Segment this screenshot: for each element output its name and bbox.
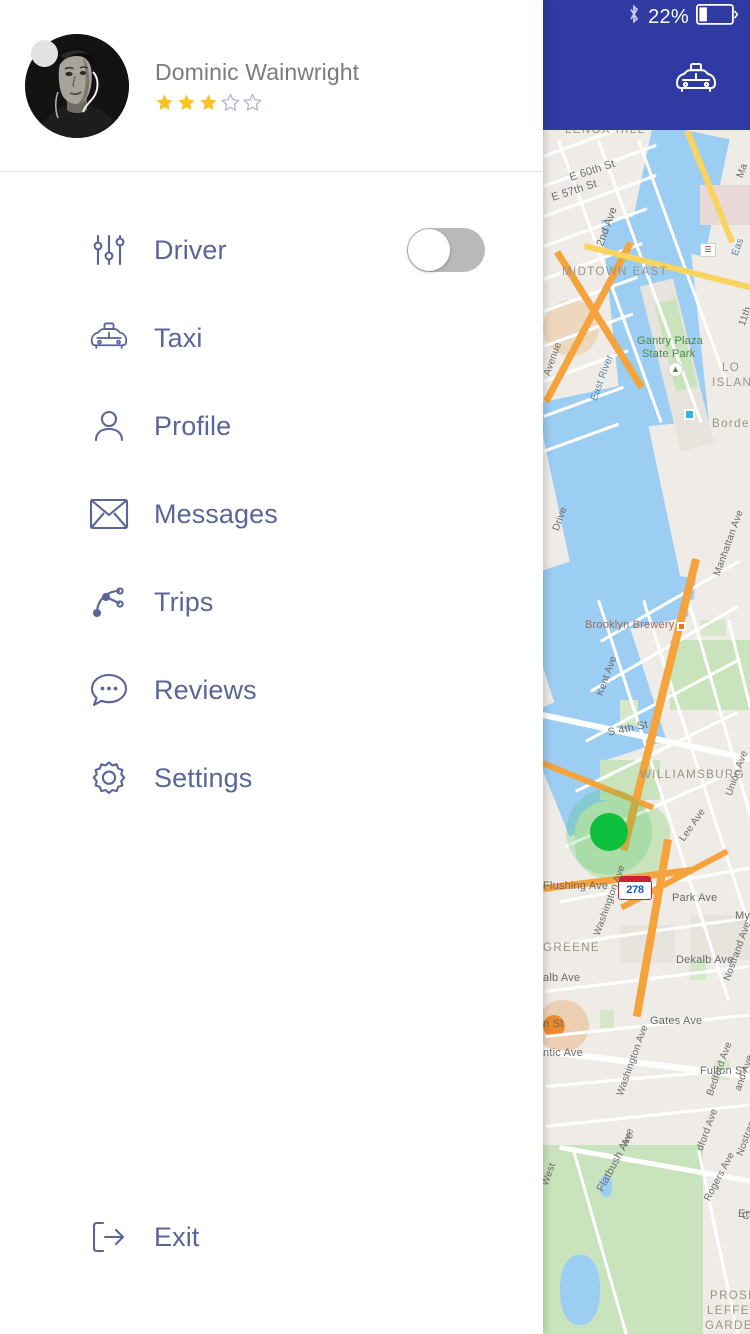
map-brewery-poi[interactable]	[677, 622, 686, 631]
menu-item-label: Profile	[154, 410, 232, 441]
menu-item-messages[interactable]: Messages	[0, 470, 543, 558]
map-bridge-poi[interactable]: ☰	[700, 243, 716, 257]
map-label: LO	[722, 362, 741, 374]
map-label: Brooklyn Brewery	[585, 619, 675, 631]
toggle-knob	[408, 229, 450, 271]
gear-icon	[88, 757, 130, 799]
user-name: Dominic Wainwright	[155, 59, 360, 85]
menu-item-exit[interactable]: Exit	[0, 1202, 543, 1272]
menu-item-label: Messages	[154, 498, 278, 529]
map-label: n St	[543, 1018, 564, 1030]
menu-item-label: Settings	[154, 762, 253, 793]
rating-stars	[155, 93, 359, 112]
logout-icon	[88, 1216, 130, 1258]
route-icon	[88, 581, 130, 623]
avatar-status-badge	[31, 39, 58, 67]
envelope-icon	[88, 493, 130, 535]
chat-bubble-icon	[88, 669, 130, 711]
map-label: LEFFERTS	[707, 1305, 750, 1317]
drawer-menu-list: Driver Taxi Profile Messages Trips Revie…	[0, 172, 543, 822]
status-bar: 22%	[543, 0, 750, 34]
menu-item-label: Trips	[154, 586, 214, 617]
map-label: Dekalb Ave	[676, 954, 734, 966]
menu-item-label: Taxi	[154, 322, 203, 353]
star-filled	[155, 93, 174, 112]
app-bar	[543, 34, 750, 130]
map-park-lake	[560, 1255, 600, 1325]
map-label: MIDTOWN EAST	[562, 266, 669, 278]
bluetooth-icon	[627, 4, 641, 30]
star-filled	[177, 93, 196, 112]
map-label: Gantry Plaza	[637, 335, 703, 347]
shield-number: 278	[626, 884, 644, 896]
map-label: My	[735, 910, 750, 922]
driver-toggle-switch[interactable]	[407, 228, 485, 272]
map-label: Flushing Ave	[543, 880, 609, 892]
battery-low-icon	[695, 3, 739, 30]
menu-item-reviews[interactable]: Reviews	[0, 646, 543, 734]
map-label: Park Ave	[672, 892, 718, 904]
navigation-drawer: Dominic Wainwright Driver Taxi Profile M…	[0, 0, 543, 1334]
taxi-icon	[88, 317, 130, 359]
taxi-icon[interactable]	[674, 61, 718, 104]
map-label: ISLAN	[712, 377, 750, 389]
menu-item-trips[interactable]: Trips	[0, 558, 543, 646]
sliders-icon	[88, 229, 130, 271]
drawer-profile-header[interactable]: Dominic Wainwright	[0, 0, 543, 172]
star-empty	[243, 93, 262, 112]
map-label: GREENE	[543, 942, 600, 954]
map-label: Gates Ave	[650, 1015, 703, 1027]
map-label: ntic Ave	[543, 1047, 583, 1059]
map-label: State Park	[642, 348, 696, 360]
battery-percent-label: 22%	[648, 5, 689, 28]
menu-item-settings[interactable]: Settings	[0, 734, 543, 822]
avatar[interactable]	[25, 33, 129, 138]
map-interstate-shield[interactable]: 278	[618, 876, 652, 900]
menu-item-label: Driver	[154, 234, 227, 265]
star-empty	[221, 93, 240, 112]
map-green	[600, 1010, 614, 1028]
person-icon	[88, 405, 130, 447]
map-label: C	[742, 1210, 750, 1222]
map-label: GARDENS	[705, 1320, 750, 1332]
profile-text-block: Dominic Wainwright	[155, 59, 359, 112]
menu-item-driver[interactable]: Driver	[0, 206, 543, 294]
star-filled	[199, 93, 218, 112]
menu-item-profile[interactable]: Profile	[0, 382, 543, 470]
map-label: alb Ave	[543, 972, 581, 984]
map-park-poi[interactable]: ▲	[668, 362, 683, 377]
map-label: Borden	[712, 418, 750, 430]
current-location-dot[interactable]	[590, 813, 628, 851]
map-label: PROSPECT	[710, 1290, 750, 1302]
map-transit-poi[interactable]	[684, 409, 695, 420]
menu-item-label: Reviews	[154, 674, 257, 705]
exit-label: Exit	[154, 1221, 200, 1252]
menu-item-taxi[interactable]: Taxi	[0, 294, 543, 382]
